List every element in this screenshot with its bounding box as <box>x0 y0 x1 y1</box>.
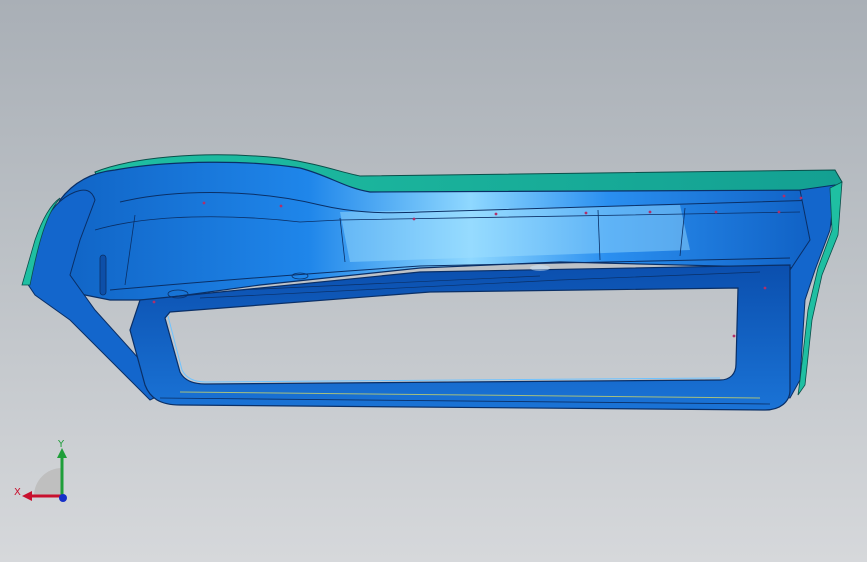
x-axis-arrowhead <box>22 491 32 501</box>
y-axis-label: Y <box>57 439 65 450</box>
lower-boss <box>530 265 550 271</box>
x-axis-label: X <box>14 487 21 498</box>
axis-triad[interactable]: Y X <box>12 438 82 508</box>
3d-viewport[interactable]: Y X <box>0 0 867 562</box>
triad-quadrant <box>34 468 62 496</box>
mounting-slot <box>99 254 107 296</box>
opening-inner-edge <box>167 315 721 383</box>
z-axis-dot <box>59 494 67 502</box>
cad-model-bumper[interactable] <box>0 0 867 562</box>
